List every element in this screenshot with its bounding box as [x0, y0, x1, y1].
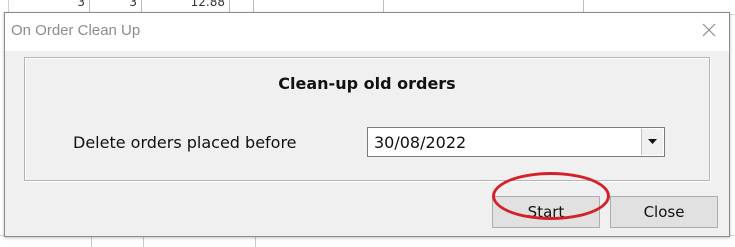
close-button[interactable]: Close — [610, 196, 718, 228]
on-order-clean-up-dialog: On Order Clean Up Clean-up old orders De… — [4, 12, 730, 237]
options-frame: Clean-up old orders Delete orders placed… — [24, 57, 710, 181]
chevron-down-icon — [648, 139, 657, 144]
dialog-heading: Clean-up old orders — [278, 74, 456, 93]
start-button[interactable]: Start — [492, 196, 600, 228]
dialog-title: On Order Clean Up — [11, 22, 141, 39]
date-select[interactable]: 30/08/2022 — [367, 127, 665, 157]
dialog-body: Clean-up old orders Delete orders placed… — [5, 51, 729, 236]
close-icon[interactable] — [695, 17, 723, 43]
screenshot-root: 3 3 12.88 On Order Clean Up Clean-up old… — [0, 0, 735, 247]
date-select-value: 30/08/2022 — [374, 133, 467, 152]
delete-before-label: Delete orders placed before — [73, 133, 297, 152]
dialog-titlebar[interactable]: On Order Clean Up — [5, 13, 729, 51]
dropdown-button[interactable] — [641, 129, 663, 155]
